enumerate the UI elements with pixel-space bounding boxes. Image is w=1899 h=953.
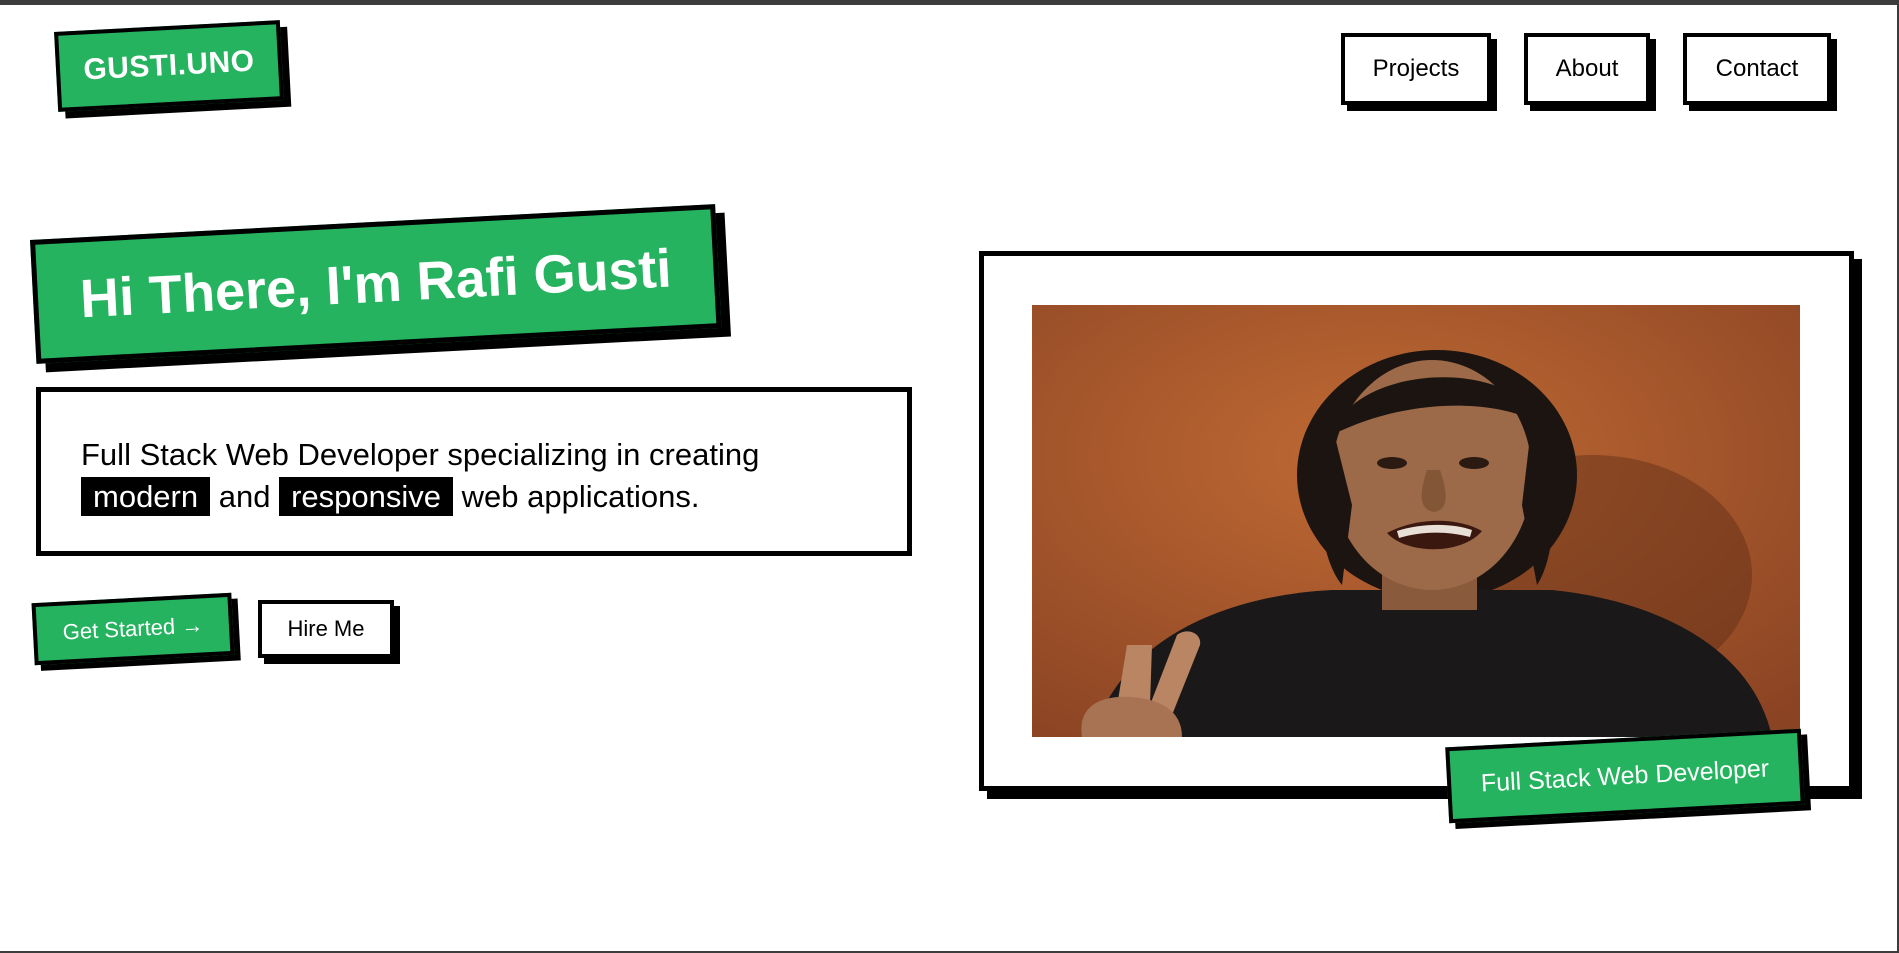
site-logo[interactable]: GUSTI.UNO [54, 20, 284, 112]
profile-photo [1032, 305, 1800, 737]
logo-text: GUSTI.UNO [82, 44, 256, 87]
hero-description: Full Stack Web Developer specializing in… [36, 387, 912, 556]
hero-title-text: Hi There, I'm Rafi Gusti [78, 238, 673, 330]
description-tail: web applications. [461, 479, 700, 514]
profile-photo-illustration [1032, 305, 1800, 737]
hero-title: Hi There, I'm Rafi Gusti [30, 204, 722, 364]
nav-contact-button[interactable]: Contact [1683, 33, 1831, 105]
role-badge-text: Full Stack Web Developer [1480, 753, 1770, 798]
get-started-label: Get Started → [62, 612, 204, 645]
highlight-modern: modern [81, 477, 211, 516]
description-line1: Full Stack Web Developer specializing in… [81, 437, 760, 472]
main-nav: Projects About Contact [1341, 33, 1831, 105]
description-connector: and [218, 479, 271, 514]
profile-photo-frame [979, 251, 1854, 791]
hire-me-button[interactable]: Hire Me [258, 600, 394, 658]
nav-projects-button[interactable]: Projects [1341, 33, 1491, 105]
window-top-border [0, 0, 1899, 5]
get-started-button[interactable]: Get Started → [31, 592, 235, 666]
hire-me-label: Hire Me [287, 616, 365, 641]
highlight-responsive: responsive [279, 477, 454, 516]
nav-about-button[interactable]: About [1524, 33, 1650, 105]
